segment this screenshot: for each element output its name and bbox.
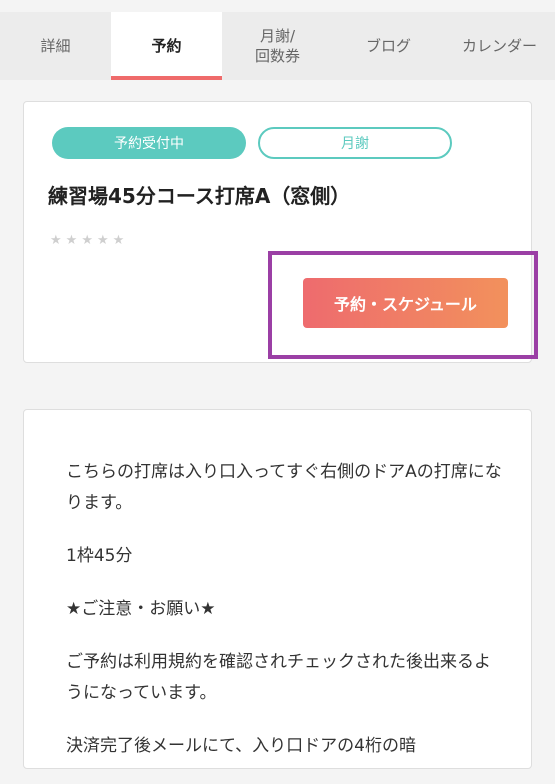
star-icon: ★ — [50, 233, 62, 248]
tab-label: 月謝/ 回数券 — [254, 27, 300, 65]
tab-label: カレンダー — [461, 37, 537, 55]
tab-reservation[interactable]: 予約 — [111, 12, 222, 80]
rating-stars: ★ ★ ★ ★ ★ — [50, 234, 124, 248]
star-icon: ★ — [112, 233, 125, 248]
description-text: こちらの打席は入り口入ってすぐ右側のドアAの打席になります。 1枠45分 ★ご注… — [66, 457, 506, 784]
tab-bar: 詳細 予約 月謝/ 回数券 ブログ カレンダー — [0, 12, 555, 80]
star-icon: ★ — [65, 233, 78, 248]
course-title: 練習場45分コース打席A（窓側） — [48, 184, 351, 208]
description-paragraph: 1枠45分 — [66, 546, 133, 566]
reserve-schedule-button[interactable]: 予約・スケジュール — [303, 278, 508, 328]
star-icon: ★ — [96, 233, 109, 248]
description-paragraph: こちらの打席は入り口入ってすぐ右側のドアAの打席になります。 — [66, 462, 502, 513]
status-badge: 予約受付中 — [52, 127, 246, 159]
plan-badge: 月謝 — [258, 127, 452, 159]
description-card: こちらの打席は入り口入ってすぐ右側のドアAの打席になります。 1枠45分 ★ご注… — [23, 409, 532, 769]
tab-label: 詳細 — [40, 37, 71, 55]
star-icon: ★ — [81, 233, 93, 248]
description-paragraph: ★ご注意・お願い★ — [66, 599, 216, 619]
tab-calendar[interactable]: カレンダー — [444, 12, 555, 80]
description-paragraph: 決済完了後メールにて、入り口ドアの4桁の暗 — [66, 736, 416, 756]
tab-label: 予約 — [151, 37, 182, 55]
badge-row: 予約受付中 月謝 — [52, 127, 452, 159]
tab-label: ブログ — [365, 37, 411, 55]
description-paragraph: ご予約は利用規約を確認されチェックされた後出来るようになっています。 — [66, 652, 491, 703]
tab-details[interactable]: 詳細 — [0, 12, 111, 80]
tab-monthly-tickets[interactable]: 月謝/ 回数券 — [222, 12, 333, 80]
tab-blog[interactable]: ブログ — [333, 12, 444, 80]
